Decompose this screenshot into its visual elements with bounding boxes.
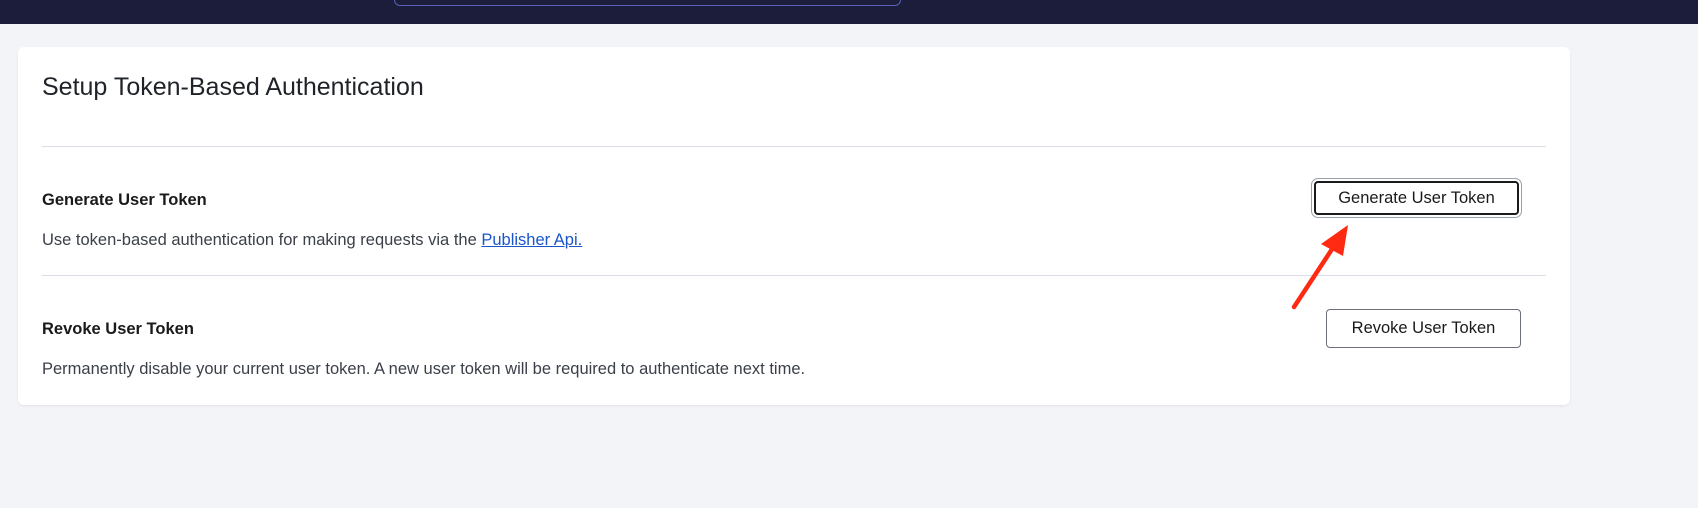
revoke-token-title: Revoke User Token (42, 320, 194, 338)
generate-token-title: Generate User Token (42, 191, 207, 209)
annotation-arrow-shaft (1291, 237, 1341, 310)
annotation-arrow-head (1321, 225, 1348, 256)
search-input[interactable] (394, 0, 901, 6)
revoke-token-description: Permanently disable your current user to… (42, 360, 806, 378)
generate-user-token-button[interactable]: Generate User Token (1314, 181, 1519, 215)
page-title: Setup Token-Based Authentication (42, 73, 424, 101)
annotation-arrow-icon (1291, 225, 1348, 310)
generate-token-description-text: Use token-based authentication for makin… (42, 231, 482, 249)
divider (42, 146, 1546, 147)
top-navigation-bar (0, 0, 1698, 24)
publisher-api-link[interactable]: Publisher Api. (481, 231, 582, 249)
generate-token-description: Use token-based authentication for makin… (42, 231, 582, 250)
